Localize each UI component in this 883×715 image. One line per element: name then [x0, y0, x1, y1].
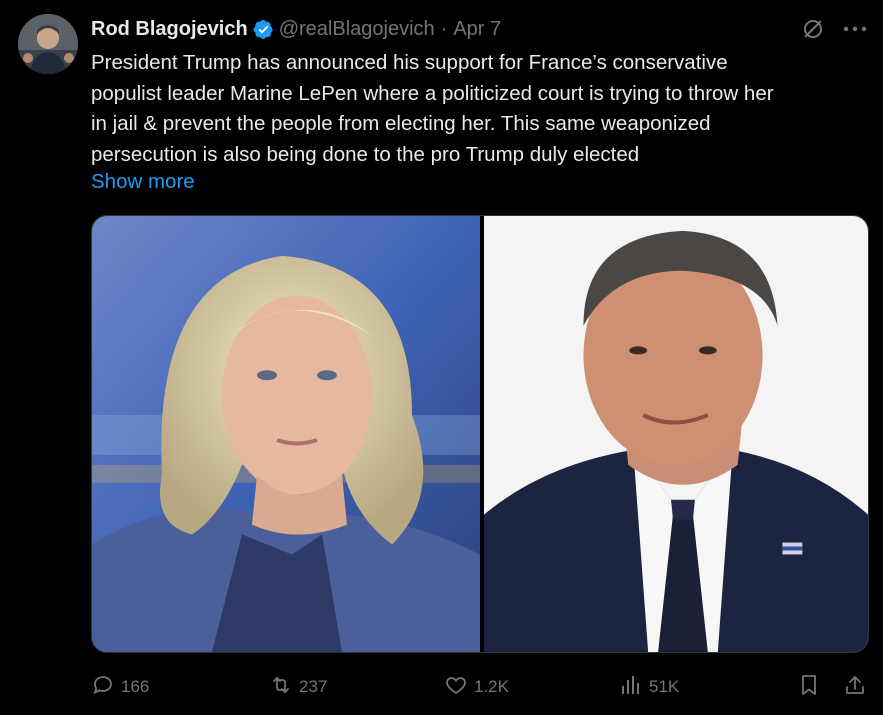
tweet-text: President Trump has announced his suppor…: [91, 48, 871, 170]
views-count: 51K: [649, 677, 680, 696]
views-icon: [619, 673, 643, 702]
photo-woman: [92, 216, 480, 652]
bookmark-button[interactable]: [797, 672, 821, 702]
tweet-header: Rod Blagojevich @realBlagojevich · Apr 7: [91, 16, 501, 42]
reply-count: 166: [121, 677, 150, 696]
author-handle[interactable]: @realBlagojevich: [279, 18, 435, 41]
repost-icon: [269, 673, 293, 702]
reply-button[interactable]: 166: [91, 672, 149, 702]
separator-dot: ·: [440, 17, 448, 40]
views-button[interactable]: 51K: [619, 672, 679, 702]
tweet-date[interactable]: Apr 7: [453, 18, 501, 41]
share-icon: [843, 673, 867, 702]
repost-button[interactable]: 237: [269, 672, 327, 702]
repost-count: 237: [299, 677, 328, 696]
media-photo-left[interactable]: [92, 216, 480, 652]
grok-icon[interactable]: [800, 16, 826, 42]
share-button[interactable]: [843, 672, 867, 702]
media-photo-right[interactable]: [484, 216, 868, 652]
photo-man: [484, 216, 868, 652]
tweet-text-line: persecution is also being done to the pr…: [91, 142, 640, 166]
bookmark-icon: [797, 673, 821, 702]
reply-icon: [91, 673, 115, 702]
like-button[interactable]: 1.2K: [444, 672, 509, 702]
like-icon: [444, 673, 468, 702]
show-more-link[interactable]: Show more: [91, 168, 195, 196]
avatar-image: [18, 14, 78, 74]
tweet-media[interactable]: [91, 215, 869, 653]
author-name[interactable]: Rod Blagojevich: [91, 18, 248, 41]
tweet-text-line: in jail & prevent the people from electi…: [91, 112, 711, 135]
tweet-text-line: populist leader Marine LePen where a pol…: [91, 81, 774, 105]
tweet-actions: 166 237 1.2K 51K: [91, 672, 871, 702]
like-count: 1.2K: [474, 677, 509, 696]
tweet-text-line: President Trump has announced his suppor…: [91, 51, 728, 74]
more-options-icon[interactable]: [841, 18, 869, 40]
verified-badge-icon: [253, 19, 274, 40]
avatar[interactable]: [18, 14, 78, 74]
